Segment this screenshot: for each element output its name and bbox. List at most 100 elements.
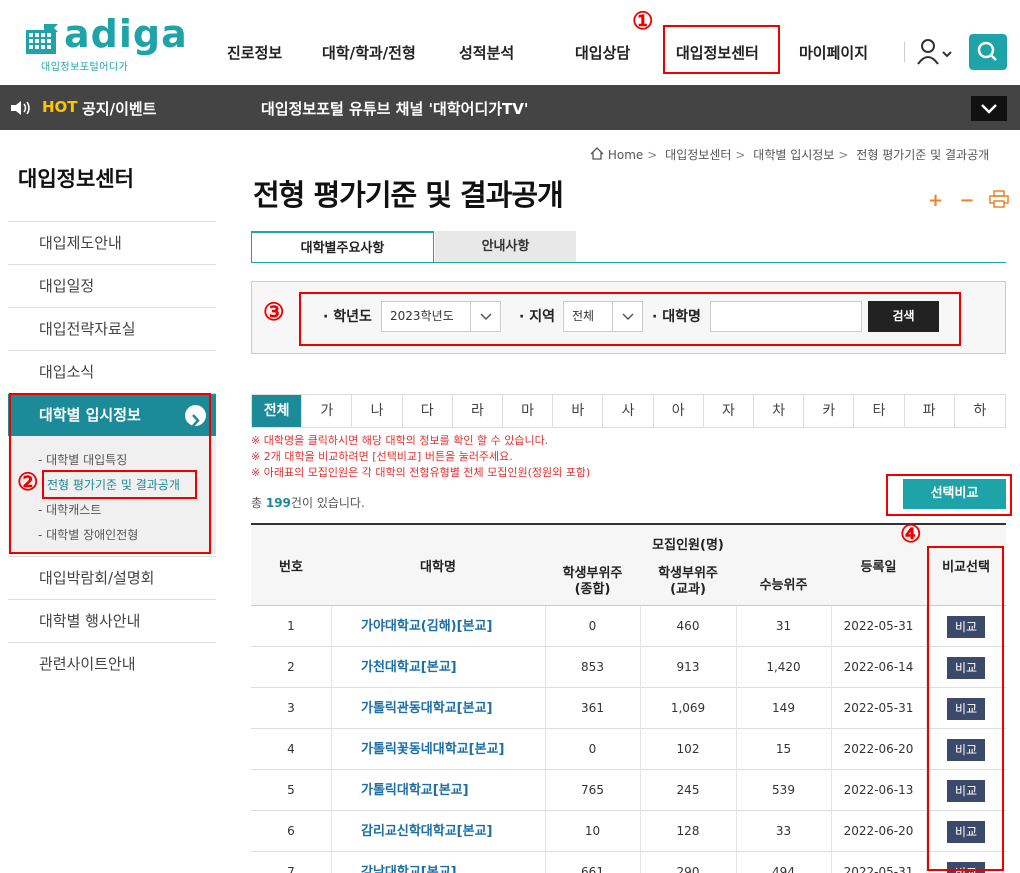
cell-c1: 0 (588, 619, 597, 633)
cell-c3: 33 (775, 824, 792, 838)
col-header-date: 등록일 (860, 560, 897, 575)
consonant-ba[interactable]: 바 (553, 395, 604, 427)
breadcrumb-item[interactable]: 대입정보센터 (665, 148, 731, 162)
univ-name-link[interactable]: 감리교신학대학교[본교] (361, 811, 545, 852)
sidebar-item-system-guide[interactable]: 대입제도안내 (8, 221, 216, 264)
breadcrumb-home[interactable]: Home (608, 148, 643, 162)
cell-c2: 128 (676, 824, 700, 838)
cell-c3: 539 (772, 783, 795, 797)
nav-univ-major[interactable]: 대학/학과/전형 (322, 42, 416, 63)
tab-guide[interactable]: 안내사항 (435, 231, 576, 263)
logo-grid-icon (26, 24, 58, 54)
home-icon (590, 147, 604, 160)
user-icon[interactable] (916, 38, 956, 66)
cell-c2: 460 (676, 619, 700, 633)
cell-c2: 102 (676, 742, 700, 756)
total-count-value: 199 (265, 496, 291, 510)
sidebar-item-schedule[interactable]: 대입일정 (8, 264, 216, 307)
table-row: 7 강남대학교[본교] 661 290 494 2022-05-31 비교 (251, 852, 1006, 873)
column-divider (331, 729, 332, 770)
breadcrumb-item[interactable]: 대학별 입시정보 (753, 148, 834, 162)
hotbar-expand-button[interactable] (971, 96, 1007, 121)
cell-no: 4 (287, 742, 295, 756)
cell-no: 5 (287, 783, 295, 797)
column-divider (331, 852, 332, 873)
col-header-name: 대학명 (420, 560, 456, 575)
annotation-box-3 (299, 292, 961, 346)
hot-label: HOT (42, 98, 78, 116)
annotation-number-3: ③ (263, 297, 285, 326)
print-icon[interactable] (989, 190, 1009, 208)
consonant-pa[interactable]: 파 (905, 395, 955, 427)
cell-no: 6 (287, 824, 295, 838)
sidebar-item-events[interactable]: 대학별 행사안내 (8, 599, 216, 642)
consonant-ja[interactable]: 자 (704, 395, 755, 427)
consonant-ha[interactable]: 하 (955, 395, 1005, 427)
col-header-subject: 학생부위주 (교과) (658, 566, 718, 597)
cell-c3: 494 (772, 865, 795, 873)
breadcrumb-current: 전형 평가기준 및 결과공개 (856, 148, 990, 162)
cell-no: 3 (287, 701, 295, 715)
site-logo[interactable]: adiga 대입정보포털어디가 (24, 12, 187, 73)
consonant-sa[interactable]: 사 (603, 395, 654, 427)
header-search-button[interactable] (969, 34, 1007, 70)
consonant-na[interactable]: 나 (352, 395, 403, 427)
cell-c3: 1,420 (766, 660, 801, 674)
total-count: 총 199건이 있습니다. (251, 496, 365, 510)
nav-score-analysis[interactable]: 성적분석 (459, 42, 514, 63)
cell-c1: 765 (581, 783, 604, 797)
logo-word: adiga (64, 12, 188, 56)
cell-date: 2022-06-13 (843, 783, 914, 797)
sidebar-item-fair[interactable]: 대입박람회/설명회 (8, 556, 216, 599)
univ-name-link[interactable]: 가야대학교(김해)[본교] (361, 606, 545, 647)
cell-date: 2022-06-14 (843, 660, 914, 674)
sidebar-item-related-sites[interactable]: 관련사이트안내 (8, 642, 216, 685)
cell-c3: 15 (775, 742, 792, 756)
consonant-ka[interactable]: 카 (804, 395, 855, 427)
zoom-out-button[interactable]: − (959, 190, 974, 211)
univ-name-link[interactable]: 강남대학교[본교] (361, 852, 545, 873)
cell-c2: 245 (676, 783, 700, 797)
consonant-filter: 전체 가 나 다 라 마 바 사 아 자 차 카 타 파 하 (251, 394, 1006, 428)
cell-c2: 290 (676, 865, 700, 873)
column-divider (331, 811, 332, 852)
cell-c2: 1,069 (670, 701, 706, 715)
consonant-cha[interactable]: 차 (754, 395, 805, 427)
table-row: 5 가톨릭대학교[본교] 765 245 539 2022-06-13 비교 (251, 770, 1006, 811)
univ-name-link[interactable]: 가톨릭대학교[본교] (361, 770, 545, 811)
col-header-group: 모집인원(명) (652, 538, 724, 553)
univ-name-link[interactable]: 가톨릭꽃동네대학교[본교] (361, 729, 545, 770)
cell-c2: 913 (676, 660, 700, 674)
cell-date: 2022-05-31 (843, 701, 914, 715)
nav-mypage[interactable]: 마이페이지 (799, 42, 868, 63)
univ-name-link[interactable]: 가천대학교[본교] (361, 647, 545, 688)
consonant-ra[interactable]: 라 (453, 395, 504, 427)
nav-career-info[interactable]: 진로정보 (227, 42, 282, 63)
sidebar-item-strategy-archive[interactable]: 대입전략자료실 (8, 307, 216, 350)
consonant-ga[interactable]: 가 (302, 395, 353, 427)
cell-c1: 361 (581, 701, 604, 715)
cell-c1: 853 (581, 660, 604, 674)
chevron-down-icon (981, 104, 997, 114)
column-divider (331, 606, 332, 647)
consonant-ta[interactable]: 타 (854, 395, 905, 427)
cell-date: 2022-06-20 (843, 742, 914, 756)
consonant-all[interactable]: 전체 (252, 395, 303, 427)
cell-date: 2022-05-31 (843, 865, 914, 873)
consonant-ma[interactable]: 마 (503, 395, 554, 427)
tab-univ-main[interactable]: 대학별주요사항 (251, 231, 434, 263)
consonant-a[interactable]: 아 (654, 395, 704, 427)
hot-headline-link[interactable]: 대입정보포털 유튜브 채널 '대학어디가TV' (261, 98, 529, 119)
nav-counseling[interactable]: 대입상담 (575, 42, 630, 63)
sidebar-item-news[interactable]: 대입소식 (8, 350, 216, 393)
page-title: 전형 평가기준 및 결과공개 (253, 178, 564, 212)
consonant-da[interactable]: 다 (403, 395, 453, 427)
univ-name-link[interactable]: 가톨릭관동대학교[본교] (361, 688, 545, 729)
page-tools: + − (928, 190, 1009, 211)
header-divider (904, 42, 905, 62)
cell-no: 1 (287, 619, 295, 633)
annotation-box-1 (663, 25, 780, 74)
sidebar-title: 대입정보센터 (18, 167, 134, 191)
annotation-number-4: ④ (900, 519, 922, 548)
zoom-in-button[interactable]: + (928, 190, 943, 211)
